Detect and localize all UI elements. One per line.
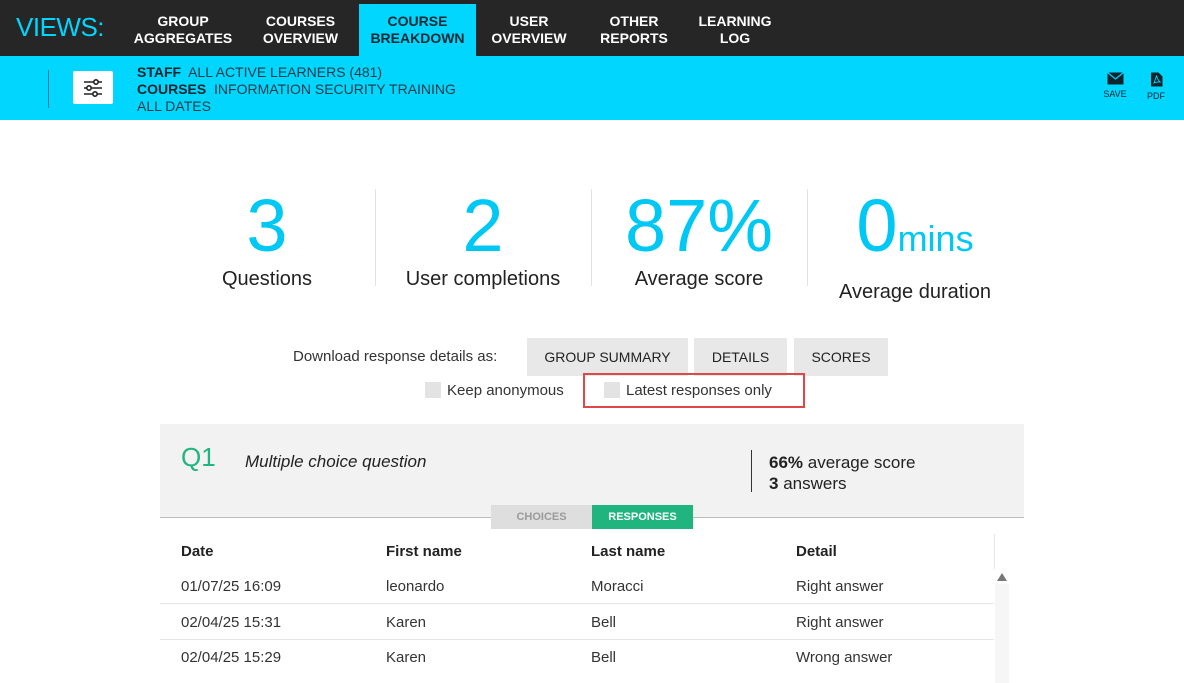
nav-tab-line1: USER: [509, 13, 549, 29]
stat-average-score: 87% Average score: [592, 186, 806, 291]
stat-value: 0mins: [808, 186, 1022, 279]
table-row: 02/04/25 15:29 Karen Bell Wrong answer: [160, 640, 994, 675]
average-score-value: 66%: [769, 453, 804, 472]
column-header-detail[interactable]: Detail: [796, 543, 837, 560]
pdf-file-icon: [1150, 72, 1162, 87]
filter-staff-value: ALL ACTIVE LEARNERS (481): [188, 64, 383, 80]
cell-first-name: Karen: [386, 649, 427, 666]
filter-courses-value: INFORMATION SECURITY TRAINING: [214, 81, 456, 97]
tab-choices[interactable]: CHOICES: [491, 505, 592, 529]
nav-tab-line2: OVERVIEW: [491, 30, 567, 46]
stat-number: 2: [462, 184, 504, 267]
filter-summary: STAFF ALL ACTIVE LEARNERS (481) COURSES …: [137, 64, 456, 115]
group-summary-button[interactable]: GROUP SUMMARY: [527, 338, 688, 376]
scroll-up-arrow-icon[interactable]: [997, 573, 1007, 581]
stat-number: 0: [856, 184, 898, 267]
filter-dates-line: ALL DATES: [137, 98, 211, 114]
nav-tab-line1: OTHER: [609, 13, 659, 29]
nav-tab-line2: LOG: [719, 30, 751, 46]
scores-button[interactable]: SCORES: [794, 338, 888, 376]
cell-detail: Right answer: [796, 578, 884, 595]
nav-tab-line1: COURSE: [387, 13, 448, 29]
question-type: Multiple choice question: [245, 452, 427, 471]
cell-last-name: Bell: [591, 614, 617, 631]
cell-first-name: Karen: [386, 614, 427, 631]
table-row: 01/07/25 16:09 leonardo Moracci Right an…: [160, 569, 994, 604]
answers-value: 3: [769, 474, 779, 493]
cell-date: 01/07/25 16:09: [181, 578, 282, 595]
question-number: Q1: [181, 442, 216, 472]
table-scrollbar[interactable]: [995, 584, 1009, 683]
answers-text: answers: [783, 474, 847, 493]
stat-user-completions: 2 User completions: [376, 186, 590, 291]
stat-value: 87%: [592, 186, 806, 266]
cell-detail: Wrong answer: [796, 649, 893, 666]
column-header-date[interactable]: Date: [181, 543, 214, 560]
average-score-line: 66% average score: [769, 452, 916, 473]
nav-tab-learning-log[interactable]: LEARNING LOG: [693, 4, 777, 56]
filter-settings-button[interactable]: [73, 71, 113, 104]
stat-number: 87%: [624, 184, 774, 267]
stat-value: 3: [160, 186, 374, 266]
filter-staff-key: STAFF: [137, 64, 182, 80]
filter-bar: STAFF ALL ACTIVE LEARNERS (481) COURSES …: [0, 56, 1184, 120]
cell-date: 02/04/25 15:31: [181, 614, 282, 631]
filter-divider: [48, 70, 49, 108]
nav-tab-line1: GROUP: [157, 13, 209, 29]
top-nav: VIEWS: GROUP AGGREGATES COURSES OVERVIEW…: [0, 0, 1184, 56]
question-card: Q1 Multiple choice question 66% average …: [160, 424, 1024, 518]
keep-anonymous-label: Keep anonymous: [447, 381, 564, 399]
pdf-button[interactable]: PDF: [1141, 72, 1171, 101]
stat-questions: 3 Questions: [160, 186, 374, 291]
views-label: VIEWS:: [16, 12, 105, 42]
cell-last-name: Moracci: [591, 578, 644, 595]
nav-tab-line2: OVERVIEW: [262, 30, 339, 46]
nav-tab-line1: LEARNING: [698, 13, 772, 29]
column-header-last-name[interactable]: Last name: [591, 543, 665, 560]
keep-anonymous-checkbox[interactable]: [425, 382, 441, 398]
question-divider: [751, 450, 752, 492]
table-row: 02/04/25 15:31 Karen Bell Right answer: [160, 605, 994, 640]
keep-anonymous-option[interactable]: Keep anonymous: [425, 381, 564, 399]
details-button[interactable]: DETAILS: [694, 338, 787, 376]
stat-unit: mins: [897, 218, 974, 259]
stat-label: User completions: [405, 268, 561, 290]
nav-tab-line1: COURSES: [265, 13, 336, 29]
nav-tab-line2: AGGREGATES: [133, 30, 233, 46]
cell-date: 02/04/25 15:29: [181, 649, 282, 666]
download-label: Download response details as:: [293, 348, 498, 365]
sliders-icon: [84, 78, 102, 97]
filter-staff-line: STAFF ALL ACTIVE LEARNERS (481): [137, 64, 456, 81]
stat-label: Average duration: [839, 281, 991, 303]
stat-label: Questions: [221, 268, 313, 290]
nav-tab-group-aggregates[interactable]: GROUP AGGREGATES: [123, 4, 243, 56]
stat-average-duration: 0mins Average duration: [808, 186, 1022, 304]
nav-tab-line2: BREAKDOWN: [370, 30, 465, 46]
save-button[interactable]: SAVE: [1100, 72, 1130, 99]
nav-tab-other-reports[interactable]: OTHER REPORTS: [590, 4, 678, 56]
table-header-divider: [994, 534, 995, 569]
save-label: SAVE: [1103, 89, 1127, 99]
nav-tab-user-overview[interactable]: USER OVERVIEW: [486, 4, 572, 56]
column-header-first-name[interactable]: First name: [386, 543, 462, 560]
nav-tab-course-breakdown[interactable]: COURSE BREAKDOWN: [359, 4, 476, 56]
stat-label: Average score: [634, 268, 764, 290]
cell-detail: Right answer: [796, 614, 884, 631]
answers-line: 3 answers: [769, 473, 916, 494]
tab-responses[interactable]: RESPONSES: [592, 505, 693, 529]
cell-first-name: leonardo: [386, 578, 445, 595]
cell-last-name: Bell: [591, 649, 617, 666]
average-score-text: average score: [807, 453, 916, 472]
stat-number: 3: [246, 184, 288, 267]
highlight-box: [583, 373, 805, 408]
filter-courses-line: COURSES INFORMATION SECURITY TRAINING: [137, 81, 456, 98]
question-summary: 66% average score 3 answers: [769, 452, 916, 494]
nav-tab-line2: REPORTS: [600, 30, 668, 46]
nav-tab-courses-overview[interactable]: COURSES OVERVIEW: [253, 4, 348, 56]
envelope-icon: [1106, 72, 1124, 85]
filter-courses-key: COURSES: [137, 81, 207, 97]
pdf-label: PDF: [1147, 91, 1165, 101]
stat-value: 2: [376, 186, 590, 266]
